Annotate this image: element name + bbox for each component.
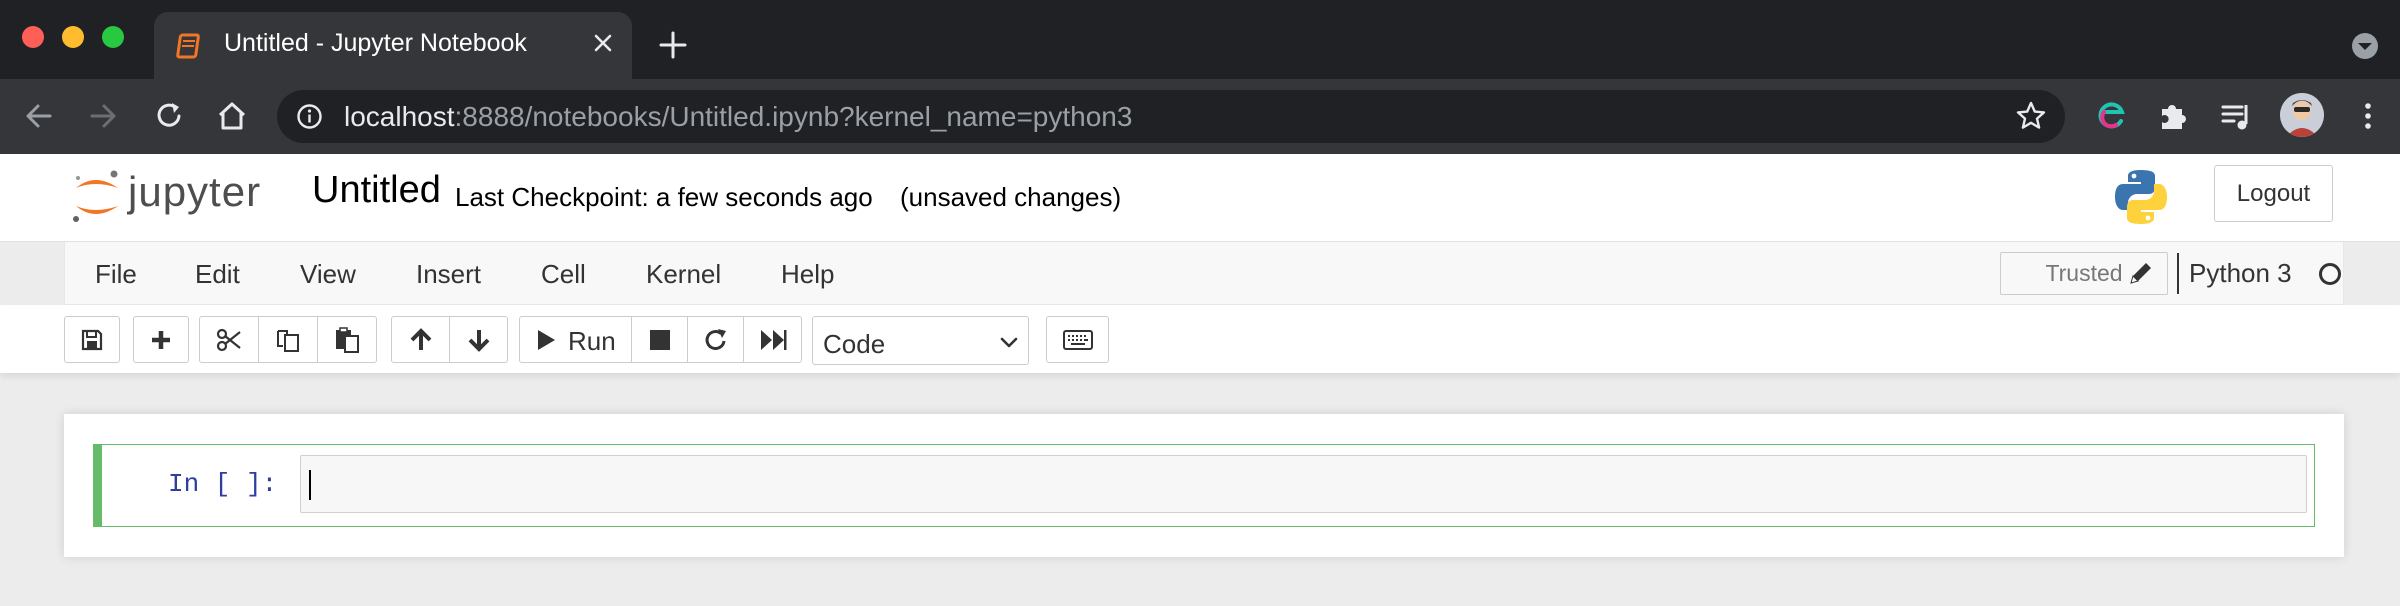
jupyter-header: jupyter Untitled Last Checkpoint: a few … [0, 154, 2400, 242]
close-tab-icon[interactable] [588, 28, 618, 58]
tab-title: Untitled - Jupyter Notebook [224, 29, 527, 57]
move-up-button[interactable] [391, 316, 450, 363]
browser-tab[interactable]: Untitled - Jupyter Notebook [154, 12, 632, 79]
run-button[interactable]: Run [519, 316, 632, 363]
minimize-window-button[interactable] [62, 26, 84, 48]
edge-extension-icon[interactable] [2092, 97, 2130, 135]
menu-cell[interactable]: Cell [541, 259, 586, 290]
command-palette-button[interactable] [1046, 316, 1109, 363]
copy-button[interactable] [258, 316, 318, 363]
puzzle-icon[interactable] [2154, 97, 2192, 135]
kernel-idle-indicator-icon [2319, 263, 2341, 285]
arrow-up-icon [410, 327, 431, 350]
back-arrow-icon[interactable] [20, 97, 58, 135]
browser-toolbar: localhost:8888/notebooks/Untitled.ipynb?… [0, 79, 2400, 154]
info-icon[interactable] [296, 103, 323, 130]
interrupt-button[interactable] [631, 316, 688, 363]
url-text: localhost:8888/notebooks/Untitled.ipynb?… [344, 101, 1132, 133]
cell-type-value: Code [823, 329, 886, 359]
fast-forward-icon [760, 329, 786, 350]
chevron-down-icon [1000, 337, 1018, 348]
paste-button[interactable] [317, 316, 377, 363]
pencil-icon[interactable] [2125, 257, 2157, 289]
save-icon [81, 329, 103, 350]
move-down-button[interactable] [449, 316, 508, 363]
notebook-name[interactable]: Untitled [312, 169, 441, 212]
address-bar[interactable]: localhost:8888/notebooks/Untitled.ipynb?… [277, 90, 2065, 143]
arrow-down-icon [468, 329, 489, 352]
menu-view[interactable]: View [300, 259, 356, 290]
save-button[interactable] [64, 316, 120, 363]
jupyter-logo-icon [73, 170, 118, 222]
home-icon[interactable] [213, 97, 251, 135]
run-label: Run [568, 326, 616, 356]
autosave-status: (unsaved changes) [900, 182, 1122, 212]
forward-arrow-icon[interactable] [84, 97, 122, 135]
cut-button[interactable] [199, 316, 259, 363]
notebook-toolbar: Run Code [0, 305, 2400, 373]
scissors-icon [216, 328, 241, 351]
restart-icon [705, 328, 726, 350]
stop-icon [649, 329, 670, 350]
keyboard-icon [1062, 329, 1093, 350]
url-path: :8888/notebooks/Untitled.ipynb?kernel_na… [454, 101, 1133, 132]
play-icon [538, 329, 555, 350]
insert-cell-button[interactable] [133, 316, 189, 363]
kernel-divider [2177, 253, 2179, 294]
plus-icon [152, 330, 170, 349]
kebab-menu-icon[interactable] [2349, 97, 2387, 135]
url-host: localhost [344, 101, 455, 132]
menubar: File Edit View Insert Cell Kernel Help T… [64, 242, 2344, 305]
menu-kernel[interactable]: Kernel [646, 259, 721, 290]
cell-type-select[interactable]: Code [812, 316, 1029, 365]
paste-icon [336, 326, 359, 353]
avatar[interactable] [2280, 93, 2324, 137]
tab-search-icon[interactable] [2349, 30, 2381, 62]
browser-tab-strip: Untitled - Jupyter Notebook [0, 0, 2400, 79]
menu-edit[interactable]: Edit [195, 259, 240, 290]
code-input[interactable] [300, 455, 2307, 513]
star-icon[interactable] [2015, 100, 2047, 132]
python-logo-icon [2115, 170, 2167, 224]
restart-button[interactable] [687, 316, 744, 363]
menu-help[interactable]: Help [781, 259, 834, 290]
media-queue-icon[interactable] [2218, 97, 2256, 135]
code-cell[interactable]: In [ ]: [93, 444, 2315, 527]
reload-icon[interactable] [150, 97, 188, 135]
jupyter-wordmark: jupyter [128, 168, 262, 215]
checkpoint-status: Last Checkpoint: a few seconds ago [455, 182, 873, 212]
menu-insert[interactable]: Insert [416, 259, 481, 290]
jupyter-logo[interactable]: jupyter [70, 166, 290, 228]
copy-icon [277, 329, 299, 352]
new-tab-icon[interactable] [656, 28, 690, 62]
logout-button[interactable]: Logout [2214, 165, 2333, 222]
restart-run-all-button[interactable] [743, 316, 802, 363]
menu-file[interactable]: File [95, 259, 137, 290]
input-prompt: In [ ]: [168, 469, 278, 499]
kernel-name[interactable]: Python 3 [2189, 258, 2292, 289]
maximize-window-button[interactable] [102, 26, 124, 48]
notebook-container: In [ ]: [64, 414, 2344, 557]
notebook-favicon-icon [176, 33, 200, 59]
close-window-button[interactable] [22, 26, 44, 48]
profile-avatar-icon [2280, 93, 2324, 137]
text-cursor [309, 470, 311, 500]
